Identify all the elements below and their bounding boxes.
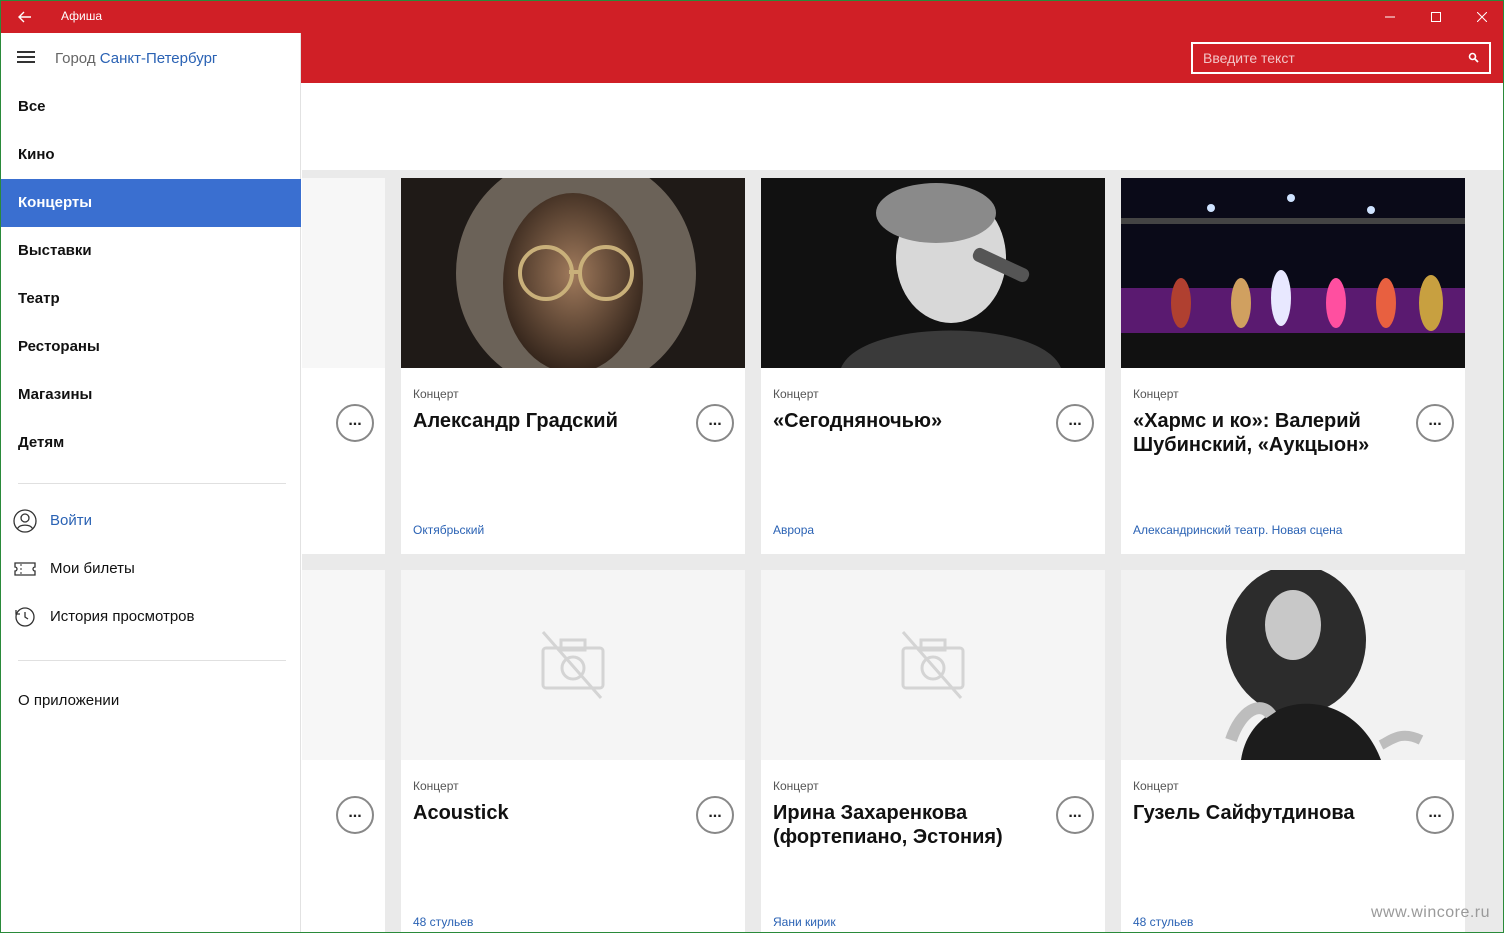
app-window: Афиша Введите текст Город Санкт-Петербур… <box>0 0 1504 933</box>
sidebar-divider <box>18 483 286 484</box>
card-image <box>1121 570 1465 760</box>
card-category: Концерт <box>413 387 459 401</box>
card-title[interactable]: Ирина Захаренкова (фортепиано, Эстония) <box>773 801 1043 849</box>
card-grid: ... ... Концерт Александр Градский ... О… <box>302 170 1503 932</box>
hamburger-menu-icon[interactable] <box>17 51 35 65</box>
card-title[interactable]: Александр Градский <box>413 409 683 433</box>
history-label: История просмотров <box>50 608 195 625</box>
more-button[interactable]: ... <box>336 796 374 834</box>
card-image <box>302 570 385 760</box>
window-title: Афиша <box>61 9 103 23</box>
more-button[interactable]: ... <box>336 404 374 442</box>
history-item[interactable]: История просмотров <box>1 593 301 641</box>
search-input[interactable]: Введите текст <box>1191 42 1491 74</box>
login-item[interactable]: Войти <box>1 497 301 545</box>
minimize-icon <box>1385 16 1395 18</box>
more-button[interactable]: ... <box>1416 404 1454 442</box>
city-selector[interactable]: Город Санкт-Петербург <box>55 50 217 67</box>
nav-item-theatre[interactable]: Театр <box>1 275 301 323</box>
history-icon <box>15 607 35 627</box>
card-title[interactable]: Acoustick <box>413 801 683 825</box>
no-photo-icon <box>901 631 965 699</box>
city-prefix: Город <box>55 50 96 67</box>
about-app-link[interactable]: О приложении <box>18 692 119 709</box>
card-title[interactable]: Гузель Сайфутдинова <box>1133 801 1403 825</box>
event-card[interactable]: Концерт «Хармс и ко»: Валерий Шубинский,… <box>1121 178 1465 554</box>
event-card[interactable]: Концерт Acoustick ... 48 стульев <box>401 570 745 932</box>
my-tickets-label: Мои билеты <box>50 560 135 577</box>
concert-stage-image <box>1121 178 1465 368</box>
card-venue-link[interactable]: Аврора <box>773 523 814 537</box>
category-nav: Все Кино Концерты Выставки Театр Рестора… <box>1 83 301 467</box>
event-card[interactable]: Концерт Александр Градский ... Октябрьск… <box>401 178 745 554</box>
card-venue-link[interactable]: Александринский театр. Новая сцена <box>1133 523 1342 537</box>
partial-card[interactable]: ... <box>302 178 385 554</box>
card-venue-link[interactable]: 48 стульев <box>1133 915 1193 929</box>
more-button[interactable]: ... <box>696 404 734 442</box>
close-icon <box>1477 12 1487 22</box>
portrait-image <box>401 178 745 368</box>
my-tickets-item[interactable]: Мои билеты <box>1 545 301 593</box>
title-bar: Афиша <box>1 1 1503 33</box>
nav-item-exhibitions[interactable]: Выставки <box>1 227 301 275</box>
arrow-left-icon <box>18 11 31 23</box>
card-venue-link[interactable]: Яани кирик <box>773 915 836 929</box>
city-name[interactable]: Санкт-Петербург <box>100 50 218 67</box>
event-card[interactable]: Концерт «Сегодняночью» ... Аврора <box>761 178 1105 554</box>
search-icon[interactable] <box>1467 51 1481 65</box>
card-image <box>401 570 745 760</box>
close-button[interactable] <box>1459 1 1503 33</box>
nav-item-concerts[interactable]: Концерты <box>1 179 301 227</box>
singer-image <box>761 178 1105 368</box>
card-title[interactable]: «Сегодняночью» <box>773 409 1043 433</box>
no-photo-icon <box>541 631 605 699</box>
event-card[interactable]: Концерт Гузель Сайфутдинова ... 48 стуль… <box>1121 570 1465 932</box>
nav-item-cinema[interactable]: Кино <box>1 131 301 179</box>
header-bar: Введите текст <box>301 33 1503 83</box>
card-title[interactable]: «Хармс и ко»: Валерий Шубинский, «Аукцыо… <box>1133 409 1403 457</box>
card-category: Концерт <box>1133 779 1179 793</box>
nav-item-kids[interactable]: Детям <box>1 419 301 467</box>
nav-item-restaurants[interactable]: Рестораны <box>1 323 301 371</box>
event-card[interactable]: Концерт Ирина Захаренкова (фортепиано, Э… <box>761 570 1105 932</box>
card-category: Концерт <box>773 779 819 793</box>
card-venue-link[interactable]: 48 стульев <box>413 915 473 929</box>
more-button[interactable]: ... <box>1056 796 1094 834</box>
maximize-button[interactable] <box>1413 1 1459 33</box>
main-content: ... ... Концерт Александр Градский ... О… <box>302 83 1503 932</box>
card-image <box>302 178 385 368</box>
partial-card[interactable]: ... <box>302 570 385 932</box>
sidebar-divider <box>18 660 286 661</box>
card-category: Концерт <box>1133 387 1179 401</box>
login-label: Войти <box>50 512 92 529</box>
sidebar: Город Санкт-Петербург Все Кино Концерты … <box>1 33 301 932</box>
back-button[interactable] <box>9 1 41 33</box>
more-button[interactable]: ... <box>1056 404 1094 442</box>
more-button[interactable]: ... <box>696 796 734 834</box>
maximize-icon <box>1431 12 1441 22</box>
user-circle-icon <box>13 509 37 533</box>
search-placeholder: Введите текст <box>1203 50 1295 66</box>
card-venue-link[interactable]: Октябрьский <box>413 523 484 537</box>
card-image <box>401 178 745 368</box>
more-button[interactable]: ... <box>1416 796 1454 834</box>
nav-item-all[interactable]: Все <box>1 83 301 131</box>
card-category: Концерт <box>773 387 819 401</box>
card-image <box>761 178 1105 368</box>
card-category: Концерт <box>413 779 459 793</box>
minimize-button[interactable] <box>1367 1 1413 33</box>
card-image <box>1121 178 1465 368</box>
card-image <box>761 570 1105 760</box>
singer-woman-image <box>1121 570 1465 760</box>
ticket-icon <box>14 562 36 576</box>
watermark: www.wincore.ru <box>1371 904 1491 921</box>
nav-item-shops[interactable]: Магазины <box>1 371 301 419</box>
